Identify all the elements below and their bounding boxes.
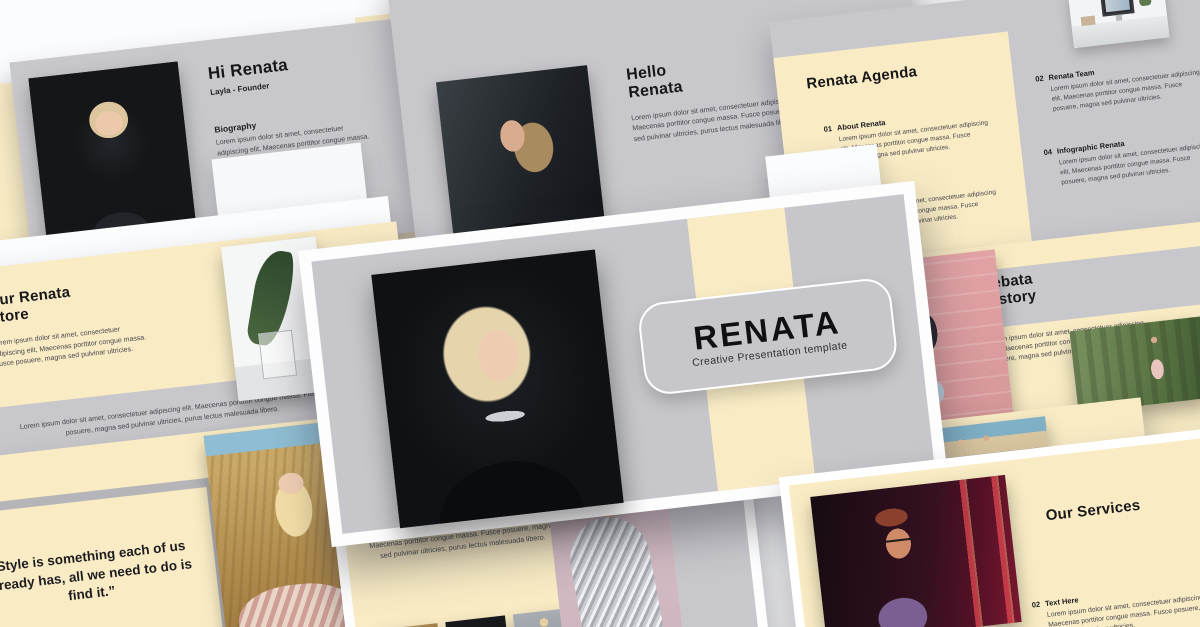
template-preview-collage: Hi Renata Layla - Founder Biography Lore… — [0, 0, 1200, 627]
photo-neon-portrait — [810, 475, 1021, 627]
plant-shape — [1138, 0, 1152, 6]
books-shape — [1081, 16, 1096, 27]
services-item-2: 02Text Here Lorem ipsum dolor sit amet, … — [1031, 580, 1200, 627]
silver-dress-shape — [563, 511, 668, 627]
quote-text: “Style is something each of us already h… — [0, 528, 219, 624]
photo-gallery-thumb-2 — [445, 615, 511, 627]
photo-portrait-layla — [28, 62, 195, 240]
glasses-shape — [886, 538, 912, 543]
store-body: Lorem ipsum dolor sit amet, consectetuer… — [0, 322, 153, 371]
photo-gallery-thumb-1 — [378, 623, 444, 627]
services-title: Our Services — [1045, 498, 1141, 525]
photo-portrait-renata-main — [371, 249, 623, 528]
quote-box: “Style is something each of us already h… — [0, 477, 233, 627]
brand-badge: RENATA Creative Presentation template — [636, 276, 899, 396]
photo-desk-workspace — [1068, 0, 1170, 48]
store-title: Our Renata Store — [0, 285, 73, 328]
neon-sign-shape — [947, 475, 1021, 627]
agenda-item-2: 02Renata Team Lorem ipsum dolor sit amet… — [1035, 55, 1200, 115]
glass-shape — [258, 330, 297, 380]
agenda-item-4: 04Infographic Renata Lorem ipsum dolor s… — [1043, 129, 1200, 189]
